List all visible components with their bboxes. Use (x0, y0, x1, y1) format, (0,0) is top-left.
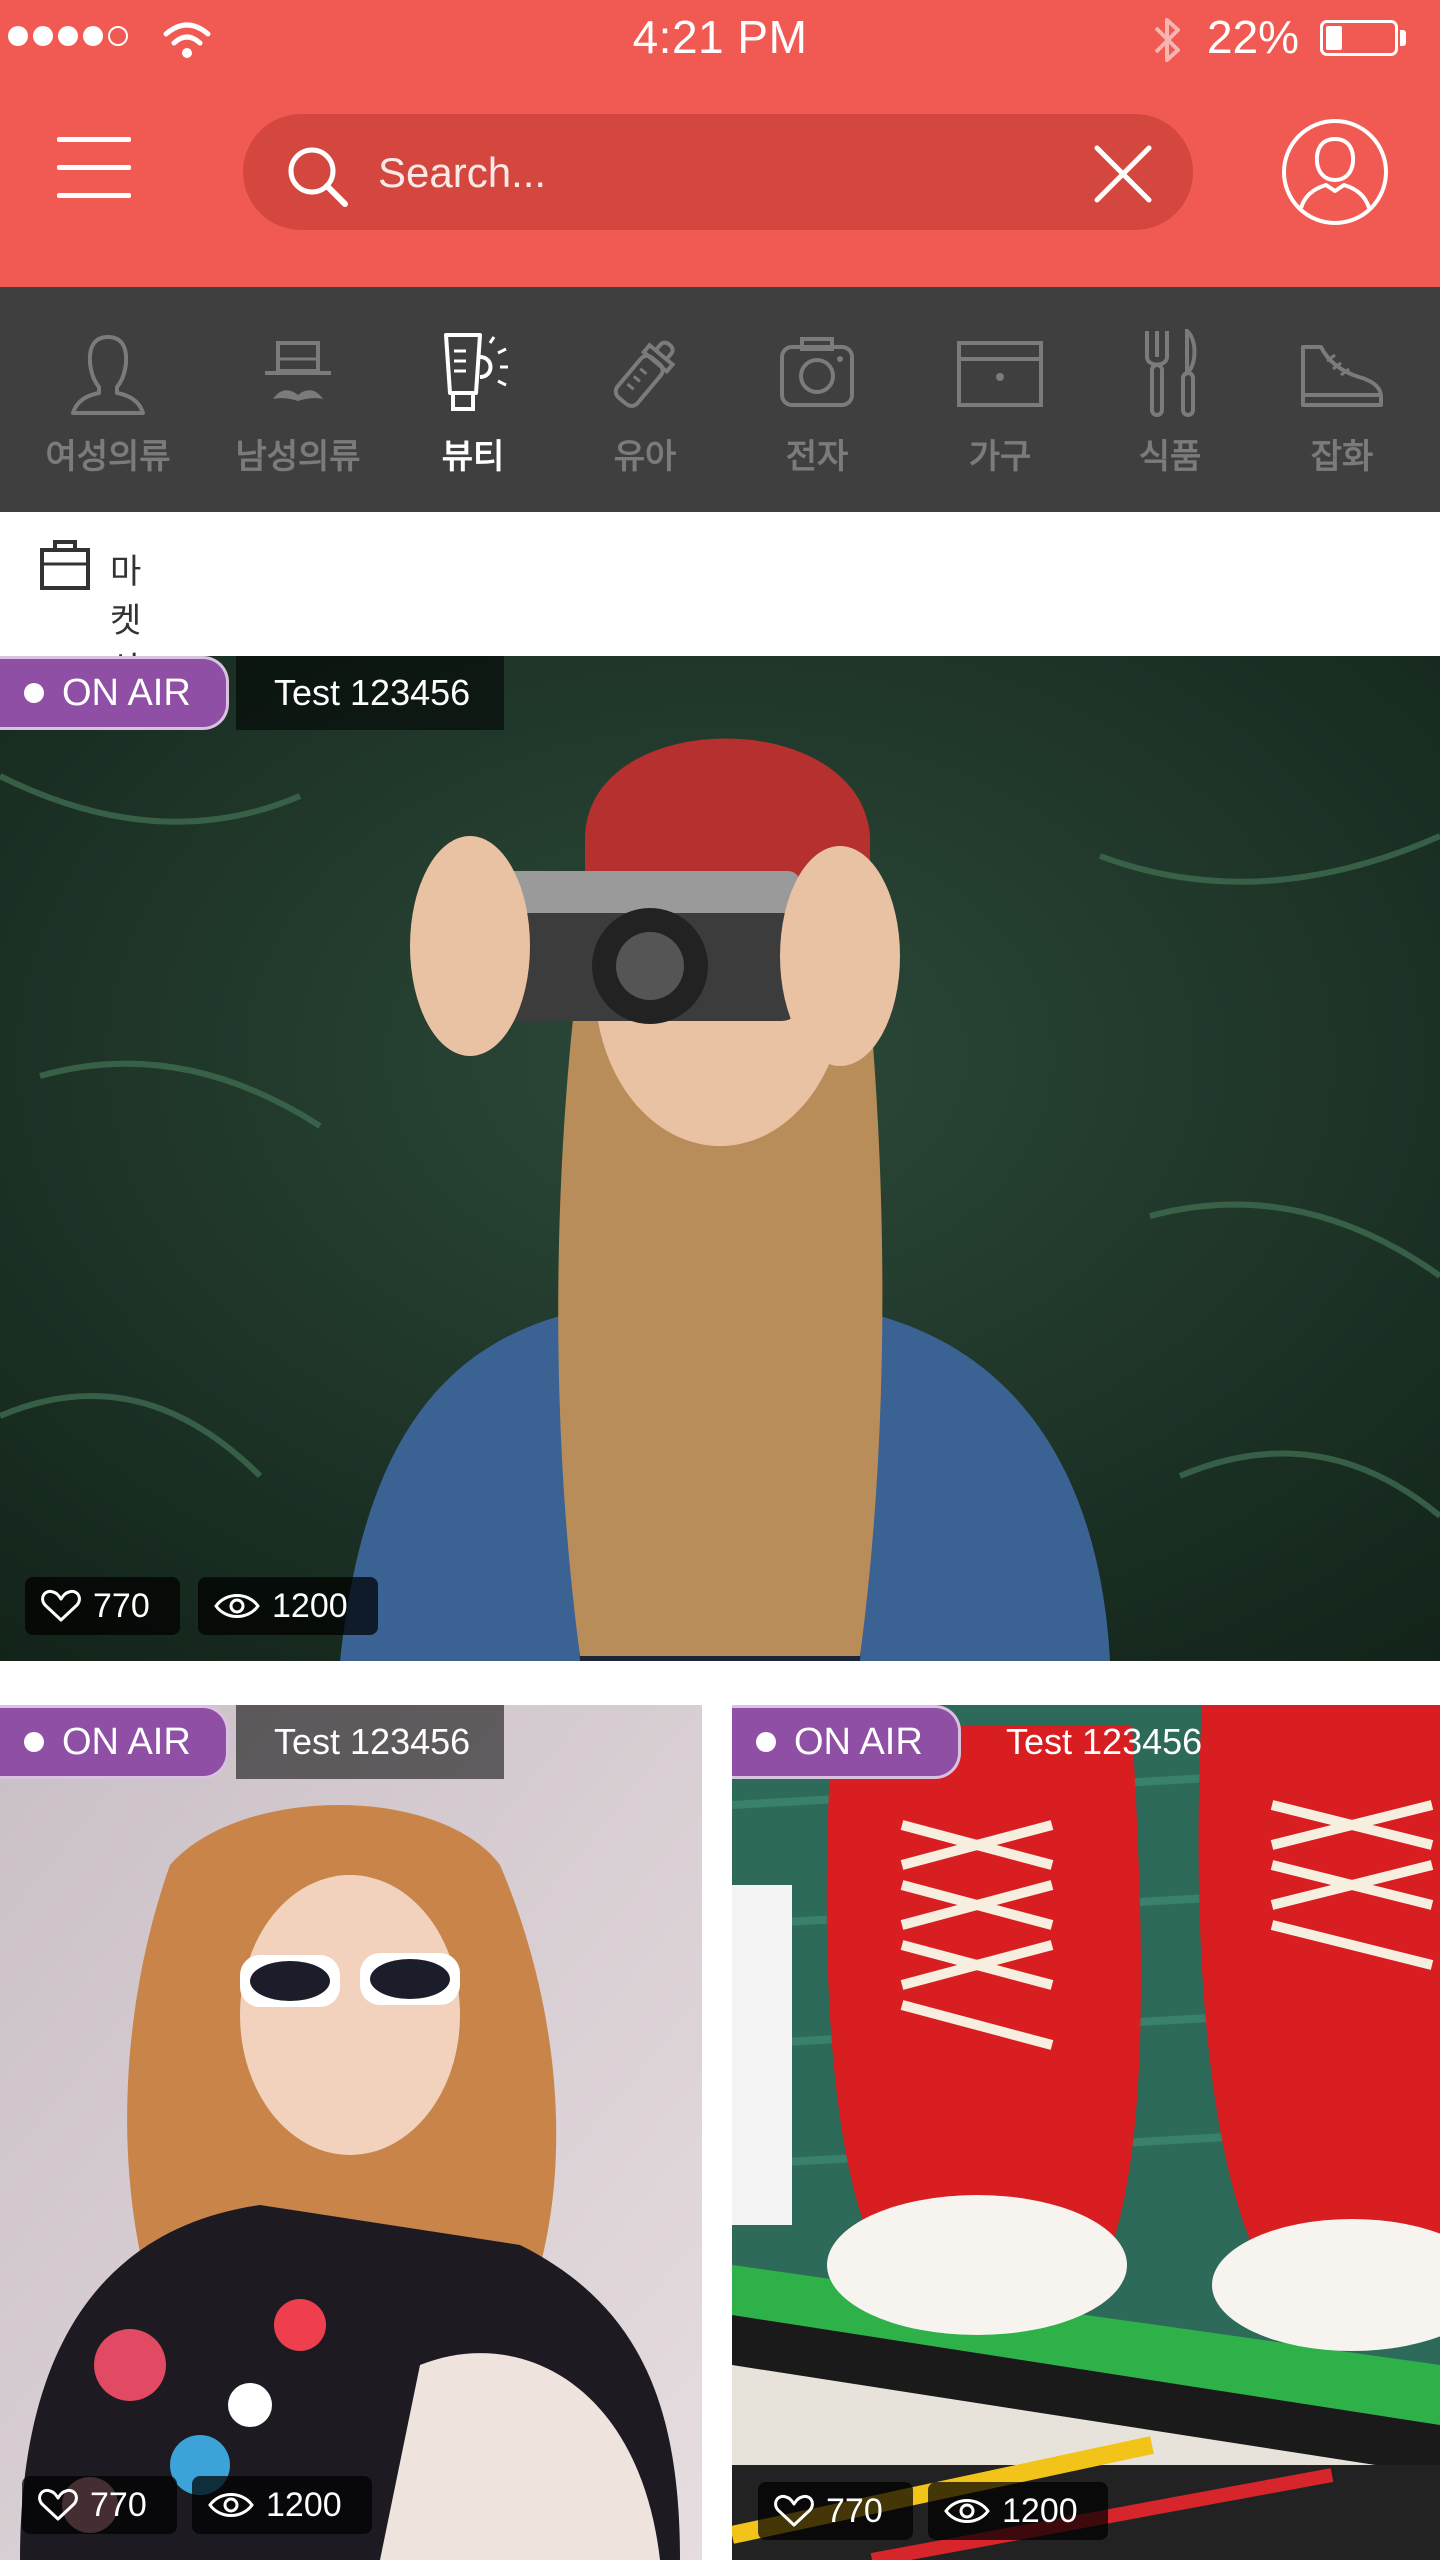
likes-count: 770 (93, 1586, 150, 1625)
on-air-label: ON AIR (62, 1720, 191, 1763)
product-photo (732, 1705, 1440, 2560)
search-bar (243, 114, 1193, 230)
category-label: 여성의류 (45, 437, 171, 477)
views-count: 1200 (1002, 2491, 1078, 2530)
menu-button[interactable] (55, 133, 135, 203)
clear-search-icon[interactable] (1091, 142, 1155, 206)
eye-icon (944, 2499, 990, 2523)
on-air-label: ON AIR (794, 1720, 923, 1763)
category-label: 남성의류 (235, 437, 361, 477)
category-label: 전자 (785, 437, 849, 477)
views-count: 1200 (272, 1586, 348, 1625)
category-furniture[interactable]: 가구 (915, 287, 1085, 512)
fork-knife-icon (1145, 329, 1197, 417)
live-dot-icon (24, 683, 44, 703)
likes-stat[interactable]: 770 (758, 2482, 913, 2540)
battery-icon (1320, 20, 1398, 56)
app-header: 4:21 PM 22% (0, 0, 1440, 287)
bluetooth-icon (1154, 18, 1180, 62)
shopping-bag-icon (40, 540, 90, 590)
search-icon (288, 147, 348, 207)
likes-count: 770 (90, 2485, 147, 2524)
battery-tip (1400, 30, 1406, 46)
camera-icon (780, 337, 854, 407)
on-air-badge: ON AIR (732, 1705, 961, 1779)
category-baby[interactable]: 유아 (560, 287, 730, 512)
category-label: 식품 (1138, 437, 1202, 477)
likes-count: 770 (826, 2491, 883, 2530)
profile-icon[interactable] (1280, 117, 1390, 227)
status-bar: 4:21 PM 22% (0, 0, 1440, 80)
card-title: Test 123456 (236, 1705, 505, 1779)
live-dot-icon (24, 1732, 44, 1752)
heart-icon (774, 2494, 814, 2527)
views-stat: 1200 (192, 2476, 372, 2534)
card-title: Test 123456 (1006, 1721, 1203, 1762)
live-dot-icon (756, 1732, 776, 1752)
product-card[interactable]: ON AIR Test 123456 770 1200 (0, 1705, 702, 2560)
women-clothing-icon (71, 335, 145, 415)
views-stat: 1200 (198, 1577, 378, 1635)
category-food[interactable]: 식품 (1085, 287, 1255, 512)
category-electronics[interactable]: 전자 (732, 287, 902, 512)
baby-bottle-icon (613, 340, 676, 408)
category-label: 가구 (968, 437, 1032, 477)
category-men-clothing[interactable]: 남성의류 (213, 287, 383, 512)
battery-percentage: 22% (1207, 11, 1300, 63)
category-beauty[interactable]: 뷰티 (388, 287, 558, 512)
views-count: 1200 (266, 2485, 342, 2524)
on-air-badge: ON AIR (0, 656, 229, 730)
views-stat: 1200 (928, 2482, 1108, 2540)
product-card[interactable]: ON AIR Test 123456 770 1200 (732, 1705, 1440, 2560)
likes-stat[interactable]: 770 (22, 2476, 177, 2534)
on-air-label: ON AIR (62, 671, 191, 714)
on-air-badge: ON AIR (0, 1705, 229, 1779)
card-title: Test 123456 (236, 656, 505, 730)
likes-stat[interactable]: 770 (25, 1577, 180, 1635)
men-clothing-icon (265, 341, 331, 401)
sneaker-icon (1301, 345, 1383, 407)
heart-icon (41, 1589, 81, 1622)
category-bar: 여성의류 남성의류 뷰티 유아 전자 가구 식품 잡화 (0, 287, 1440, 512)
category-misc[interactable]: 잡화 (1257, 287, 1427, 512)
search-input[interactable] (376, 136, 1030, 210)
category-label: 잡화 (1310, 437, 1374, 477)
category-women-clothing[interactable]: 여성의류 (23, 287, 193, 512)
heart-icon (38, 2488, 78, 2521)
product-photo (0, 656, 1440, 1661)
eye-icon (214, 1594, 260, 1618)
product-photo (0, 1705, 702, 2560)
furniture-icon (957, 341, 1043, 407)
product-card[interactable]: ON AIR Test 123456 770 1200 (0, 656, 1440, 1661)
eye-icon (208, 2493, 254, 2517)
category-label: 뷰티 (441, 437, 505, 477)
category-label: 유아 (613, 437, 677, 477)
beauty-icon (444, 333, 508, 411)
